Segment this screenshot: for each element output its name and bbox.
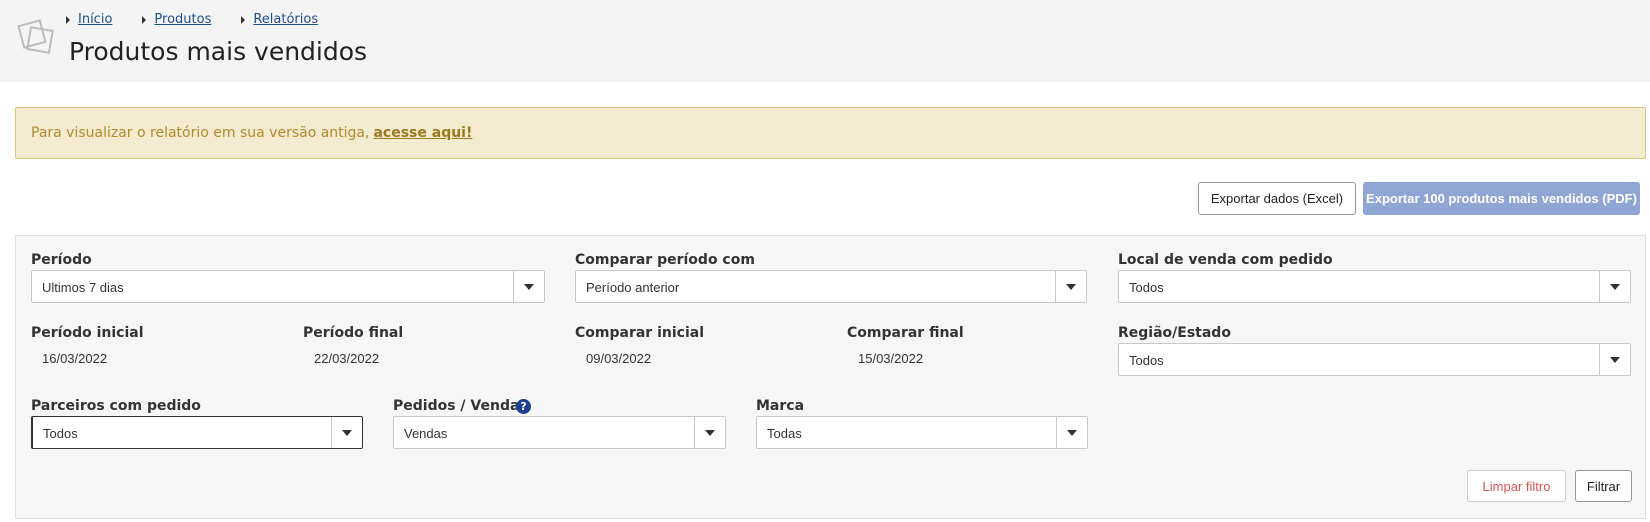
chevron-down-icon <box>1610 283 1620 290</box>
legacy-report-alert: Para visualizar o relatório em sua versã… <box>15 107 1646 159</box>
regiao-value: Todos <box>1129 353 1164 368</box>
parceiros-label: Parceiros com pedido <box>31 398 201 414</box>
periodo-inicial-label: Período inicial <box>31 325 144 341</box>
chevron-down-icon <box>705 429 715 436</box>
export-excel-button[interactable]: Exportar dados (Excel) <box>1198 182 1356 215</box>
dropdown-toggle[interactable] <box>1055 271 1086 302</box>
local-select[interactable]: Todos <box>1118 270 1631 303</box>
chevron-down-icon <box>1067 429 1077 436</box>
breadcrumb-link-produtos[interactable]: Produtos <box>154 12 211 27</box>
comparar-final-value: 15/03/2022 <box>858 351 924 366</box>
report-icon <box>17 19 54 54</box>
periodo-final-label: Período final <box>303 325 404 341</box>
dropdown-toggle[interactable] <box>331 417 362 448</box>
comparar-inicial-label: Comparar inicial <box>575 325 704 341</box>
chevron-down-icon <box>1066 283 1076 290</box>
dropdown-toggle[interactable] <box>1599 344 1630 375</box>
comparar-inicial-value: 09/03/2022 <box>586 351 652 366</box>
parceiros-select[interactable]: Todos <box>31 416 363 449</box>
periodo-inicial-value: 16/03/2022 <box>42 351 108 366</box>
breadcrumb-link-inicio[interactable]: Início <box>78 12 112 27</box>
breadcrumb: Início Produtos Relatórios <box>66 12 348 27</box>
pedidos-select[interactable]: Vendas <box>393 416 726 449</box>
chevron-down-icon <box>1610 356 1620 363</box>
comparar-label: Comparar período com <box>575 252 755 268</box>
marca-value: Todas <box>767 426 802 441</box>
periodo-select[interactable]: Ultimos 7 dias <box>31 270 545 303</box>
caret-right-icon <box>66 15 70 24</box>
marca-label: Marca <box>756 398 805 414</box>
caret-right-icon <box>241 15 246 24</box>
chevron-down-icon <box>524 283 534 290</box>
local-value: Todos <box>1129 280 1164 295</box>
periodo-value: Ultimos 7 dias <box>42 280 124 295</box>
filter-button[interactable]: Filtrar <box>1575 470 1632 502</box>
breadcrumb-item: Produtos <box>142 12 211 27</box>
marca-select[interactable]: Todas <box>756 416 1088 449</box>
alert-link[interactable]: acesse aqui! <box>373 125 472 141</box>
comparar-select[interactable]: Período anterior <box>575 270 1087 303</box>
dropdown-toggle[interactable] <box>1599 271 1630 302</box>
page-title: Produtos mais vendidos <box>69 37 368 66</box>
breadcrumb-item: Início <box>66 12 112 27</box>
dropdown-toggle[interactable] <box>1056 417 1087 448</box>
breadcrumb-link-relatorios[interactable]: Relatórios <box>253 12 318 27</box>
local-label: Local de venda com pedido <box>1118 252 1333 268</box>
comparar-final-label: Comparar final <box>847 325 964 341</box>
alert-text: Para visualizar o relatório em sua versã… <box>31 125 370 141</box>
periodo-final-value: 22/03/2022 <box>314 351 380 366</box>
help-icon[interactable]: ? <box>516 399 531 414</box>
caret-right-icon <box>142 15 147 24</box>
pedidos-value: Vendas <box>404 426 448 441</box>
dropdown-toggle[interactable] <box>513 271 544 302</box>
page-header: Início Produtos Relatórios Produtos mais… <box>0 0 1650 82</box>
clear-filter-button[interactable]: Limpar filtro <box>1467 470 1566 502</box>
chevron-down-icon <box>342 429 352 436</box>
regiao-select[interactable]: Todos <box>1118 343 1631 376</box>
regiao-label: Região/Estado <box>1118 325 1231 341</box>
export-pdf-button[interactable]: Exportar 100 produtos mais vendidos (PDF… <box>1363 182 1640 215</box>
comparar-value: Período anterior <box>586 280 680 295</box>
parceiros-value: Todos <box>43 426 78 441</box>
dropdown-toggle[interactable] <box>694 417 725 448</box>
breadcrumb-item: Relatórios <box>241 12 318 27</box>
pedidos-label: Pedidos / Vendas <box>393 398 528 414</box>
periodo-label: Período <box>31 252 92 268</box>
